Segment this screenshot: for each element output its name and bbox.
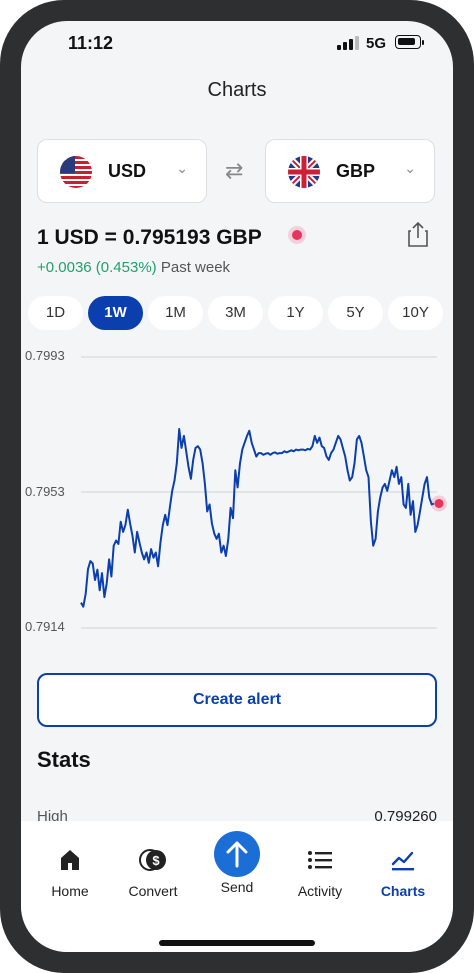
chart-icon	[391, 851, 414, 871]
network-label: 5G	[366, 35, 387, 52]
change-value: +0.0036 (0.453%)	[37, 259, 157, 276]
chevron-down-icon: ⌄	[176, 160, 188, 176]
signal-icon	[337, 36, 359, 50]
tab-label: Home	[51, 883, 89, 899]
y-tick-label: 0.7993	[25, 348, 65, 363]
tab-label: Charts	[380, 883, 426, 899]
tab-label: Convert	[128, 883, 178, 899]
current-rate-marker	[434, 498, 444, 508]
range-1w[interactable]: 1W	[88, 296, 143, 330]
range-3m[interactable]: 3M	[208, 296, 263, 330]
stats-heading: Stats	[37, 747, 91, 772]
tab-activity[interactable]: Activity	[275, 847, 365, 899]
list-icon	[308, 851, 332, 869]
us-flag-icon	[60, 156, 92, 188]
create-alert-button[interactable]: Create alert	[37, 673, 437, 727]
tab-label: Activity	[297, 883, 343, 899]
send-arrow-icon	[226, 841, 248, 868]
range-selector: 1D 1W 1M 3M 1Y 5Y 10Y	[28, 296, 453, 332]
rate-chart: 0.7993 0.7953 0.7914	[21, 341, 453, 641]
live-indicator-icon	[292, 230, 302, 240]
chevron-down-icon: ⌄	[404, 160, 416, 176]
range-10y[interactable]: 10Y	[388, 296, 443, 330]
phone-screen: 11:12 5G Charts USD ⌄ ⇄ GBP ⌄ 1 USD = 0.…	[21, 21, 453, 952]
status-bar: 11:12 5G	[21, 31, 453, 57]
uk-flag-icon	[288, 156, 320, 188]
range-1y[interactable]: 1Y	[268, 296, 323, 330]
y-tick-label: 0.7914	[25, 619, 65, 634]
range-5y[interactable]: 5Y	[328, 296, 383, 330]
range-1d[interactable]: 1D	[28, 296, 83, 330]
change-period: Past week	[160, 259, 231, 276]
battery-icon	[395, 35, 424, 49]
tab-send[interactable]: Send	[192, 879, 282, 895]
home-indicator	[159, 940, 315, 946]
from-currency-select[interactable]: USD ⌄	[37, 139, 207, 203]
status-time: 11:12	[68, 33, 114, 53]
exchange-rate: 1 USD = 0.795193 GBP	[37, 226, 262, 249]
tab-home[interactable]: Home	[25, 847, 115, 899]
home-icon	[61, 850, 79, 870]
rate-chart-svg	[80, 356, 447, 629]
currency-icon: $	[139, 849, 166, 871]
range-1m[interactable]: 1M	[148, 296, 203, 330]
tab-label: Send	[220, 879, 254, 895]
tab-convert[interactable]: $ Convert	[108, 847, 198, 899]
svg-text:$: $	[152, 853, 160, 868]
page-title: Charts	[207, 79, 267, 101]
swap-icon[interactable]: ⇄	[225, 158, 243, 184]
tab-charts[interactable]: Charts	[358, 847, 448, 899]
from-currency-code: USD	[108, 161, 147, 181]
y-tick-label: 0.7953	[25, 484, 65, 499]
rate-change: +0.0036 (0.453%) Past week	[37, 259, 230, 276]
to-currency-select[interactable]: GBP ⌄	[265, 139, 435, 203]
to-currency-code: GBP	[336, 161, 376, 181]
send-button[interactable]	[214, 831, 260, 877]
share-icon[interactable]	[407, 221, 429, 247]
rate-line	[80, 428, 435, 608]
